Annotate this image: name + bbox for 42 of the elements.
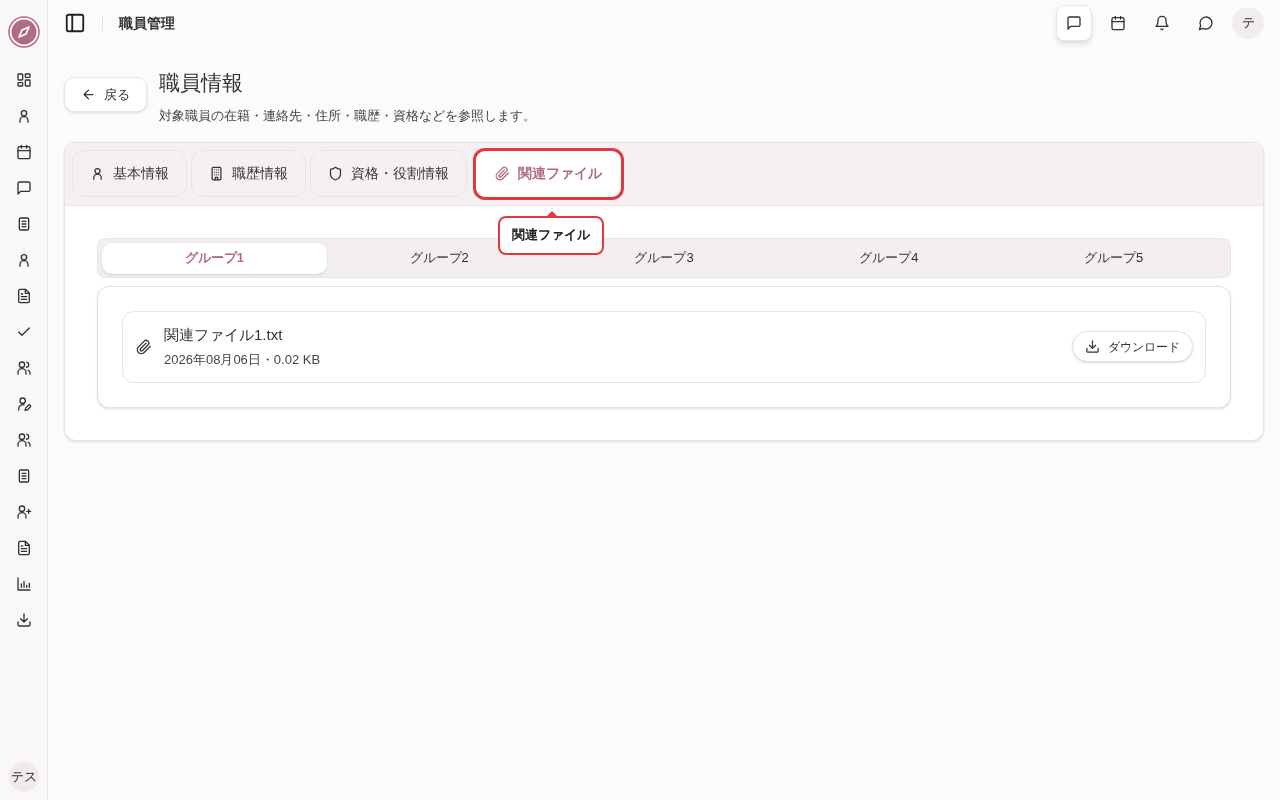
building-icon [209,166,224,181]
user-pen-icon[interactable] [15,396,32,412]
heading: 職員情報 [159,70,244,96]
users-icon[interactable] [15,432,32,448]
calendar-icon[interactable] [15,144,32,160]
paperclip-icon [136,338,152,355]
user-avatar[interactable]: テ [1232,7,1264,39]
download-icon[interactable] [15,612,32,628]
chat-bubble-icon [1198,15,1214,31]
back-button[interactable]: 戻る [64,77,147,112]
page-title: 職員管理 [119,13,175,33]
users-icon[interactable] [15,360,32,376]
download-icon [1085,339,1100,354]
tab[interactable]: 基本情報 [72,150,187,197]
file-icon[interactable] [15,288,32,304]
calendar-icon [1110,15,1126,31]
group-tab[interactable]: グループ1 [102,242,327,274]
tab[interactable]: 資格・役割情報 [310,150,467,197]
header-icon-button[interactable] [1056,5,1092,41]
grid-icon[interactable] [15,72,32,88]
file-name: 関連ファイル1.txt [164,324,284,345]
tooltip-arrow-icon [546,210,558,217]
arrow-left-icon [81,87,96,102]
tab[interactable]: 関連ファイル [473,147,624,200]
bell-icon [1154,15,1170,31]
file-meta: 2026年08月06日・0.02 KB [164,351,321,369]
tab[interactable]: 職歴情報 [191,150,306,197]
download-button[interactable]: ダウンロード [1072,331,1193,362]
group-tab[interactable]: グループ4 [776,242,1002,274]
paperclip-icon [495,166,510,181]
shield-icon [328,166,343,181]
user-avatar[interactable]: テス [8,762,39,792]
message-icon[interactable] [15,180,32,196]
group-tab[interactable]: グループ5 [1001,242,1226,274]
bar-chart-icon[interactable] [15,576,32,592]
compass-logo-icon[interactable] [7,16,40,48]
user-icon [90,166,105,181]
message-icon [1066,15,1082,31]
file-icon[interactable] [15,540,32,556]
subtitle: 対象職員の在籍・連絡先・住所・職歴・資格などを参照します。 [159,107,536,125]
sidebar-toggle-icon[interactable] [64,12,86,34]
user-plus-icon[interactable] [15,504,32,520]
